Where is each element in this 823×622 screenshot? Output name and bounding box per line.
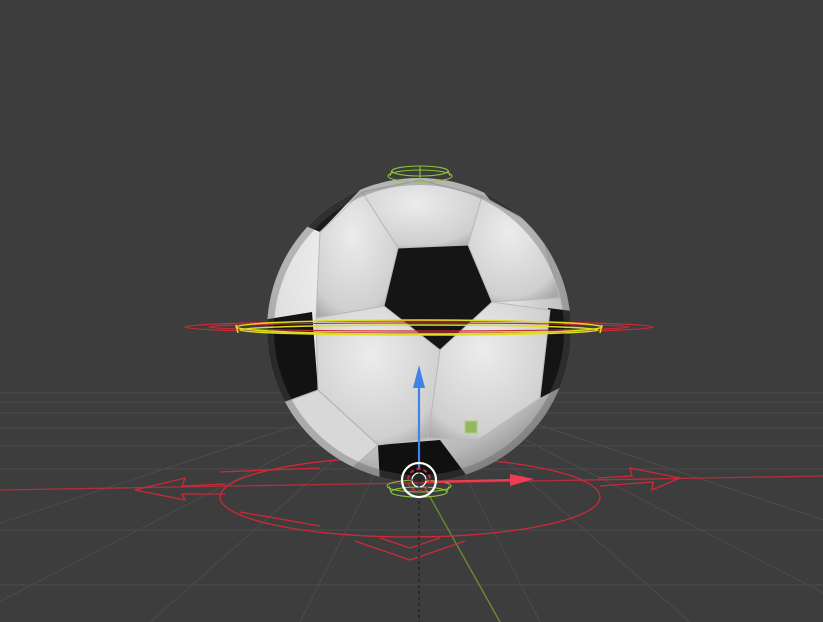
translate-plane-handle[interactable] bbox=[464, 420, 478, 434]
y-axis-line bbox=[424, 487, 501, 622]
3d-viewport[interactable] bbox=[0, 0, 823, 622]
